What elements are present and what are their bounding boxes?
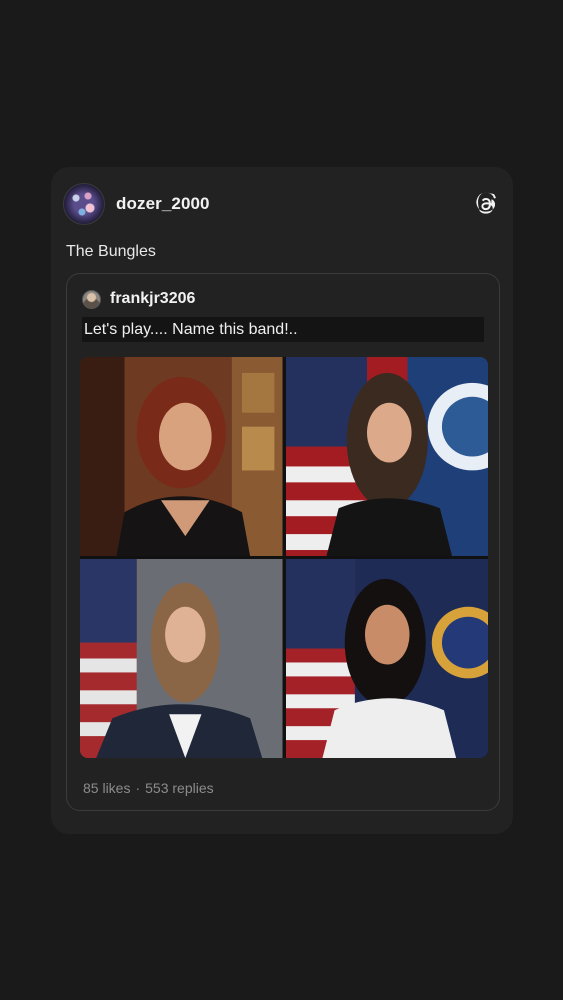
post-caption: The Bungles [66, 243, 156, 260]
portrait-photo-1[interactable] [80, 357, 283, 556]
portrait-photo-3[interactable] [80, 559, 283, 758]
post-stats: 85 likes · 553 replies [83, 780, 214, 796]
user-avatar[interactable] [63, 183, 105, 225]
quoted-username[interactable]: frankjr3206 [110, 290, 195, 308]
screen: dozer_2000 The Bungles frankjr3206 Let's… [0, 0, 563, 1000]
quoted-post[interactable]: frankjr3206 Let's play.... Name this ban… [66, 273, 500, 811]
replies-count[interactable]: 553 replies [145, 780, 214, 796]
post-header: dozer_2000 [63, 183, 501, 225]
quoted-post-header: frankjr3206 [82, 289, 195, 309]
quoted-post-text: Let's play.... Name this band!.. [82, 317, 484, 342]
photo-grid[interactable] [80, 357, 488, 758]
post-card[interactable]: dozer_2000 The Bungles frankjr3206 Let's… [51, 167, 513, 834]
portrait-image [80, 559, 283, 758]
portrait-photo-2[interactable] [285, 357, 488, 556]
portrait-image [285, 559, 488, 758]
threads-logo-icon[interactable] [474, 192, 498, 216]
likes-count[interactable]: 85 likes [83, 780, 130, 796]
portrait-image [285, 357, 488, 556]
quoted-user-avatar[interactable] [82, 289, 101, 309]
stats-separator: · [135, 780, 141, 796]
portrait-photo-4[interactable] [285, 559, 488, 758]
post-username[interactable]: dozer_2000 [116, 194, 210, 214]
portrait-image [80, 357, 283, 556]
